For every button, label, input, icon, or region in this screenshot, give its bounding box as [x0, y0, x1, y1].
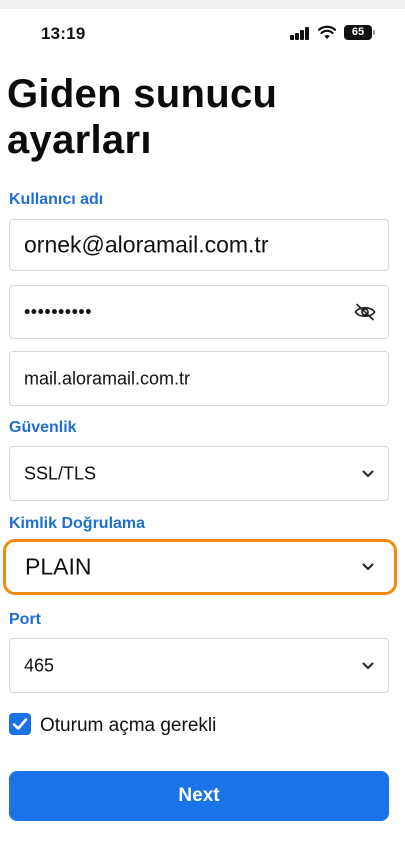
- username-field[interactable]: ornek@aloramail.com.tr: [9, 219, 389, 271]
- username-value: ornek@aloramail.com.tr: [24, 231, 269, 258]
- wifi-icon: [318, 25, 336, 39]
- port-select[interactable]: 465: [9, 638, 389, 693]
- auth-label: Kimlik Doğrulama: [9, 515, 146, 532]
- top-strip: [0, 0, 405, 9]
- battery-icon: 65: [344, 25, 372, 40]
- chevron-down-icon: [362, 470, 374, 477]
- login-required-row[interactable]: Oturum açma gerekli: [9, 712, 309, 736]
- server-field[interactable]: mail.aloramail.com.tr: [9, 351, 389, 406]
- checkmark-icon: [12, 718, 28, 730]
- auth-highlight-outline: [3, 539, 397, 595]
- eye-slash-icon[interactable]: [354, 303, 376, 321]
- status-bar: 13:19 65: [0, 9, 405, 53]
- cellular-signal-icon: [290, 27, 312, 40]
- password-value: ••••••••••: [24, 301, 93, 322]
- server-value: mail.aloramail.com.tr: [24, 368, 191, 388]
- port-label: Port: [9, 611, 41, 628]
- battery-tip: [373, 30, 375, 35]
- security-value: SSL/TLS: [24, 463, 97, 483]
- status-time: 13:19: [41, 24, 86, 43]
- next-button[interactable]: Next: [9, 771, 389, 821]
- login-required-label: Oturum açma gerekli: [40, 715, 217, 736]
- security-select[interactable]: SSL/TLS: [9, 446, 389, 501]
- chevron-down-icon: [362, 662, 374, 669]
- security-label: Güvenlik: [9, 419, 77, 436]
- port-value: 465: [24, 655, 55, 675]
- username-label: Kullanıcı adı: [9, 191, 104, 208]
- login-required-checkbox[interactable]: [9, 713, 31, 735]
- page-title: Giden sunucu ayarları: [7, 72, 278, 162]
- password-field[interactable]: ••••••••••: [9, 285, 389, 339]
